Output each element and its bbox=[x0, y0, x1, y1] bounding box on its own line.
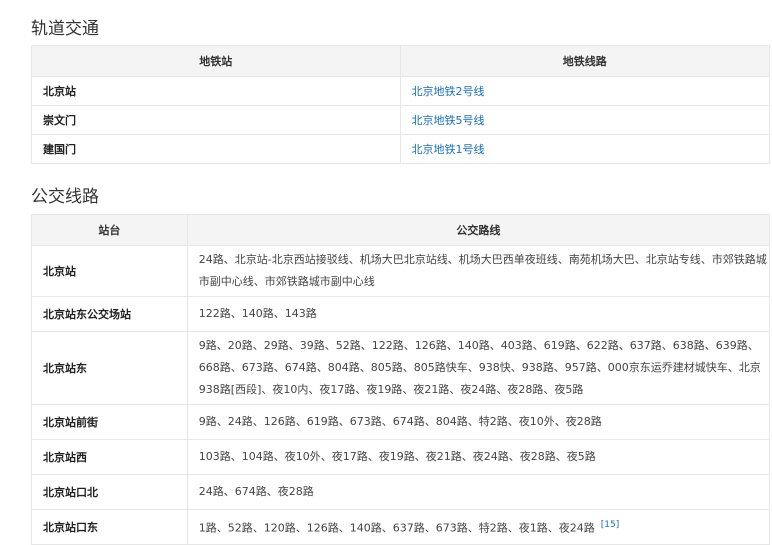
table-row: 北京站 北京地铁2号线 bbox=[31, 76, 770, 106]
bus-routes: 1路、52路、120路、126路、140路、637路、673路、特2路、夜1路、… bbox=[198, 521, 595, 535]
table-row: 北京站东 9路、20路、29路、39路、52路、122路、126路、140路、4… bbox=[31, 331, 771, 405]
reference-link[interactable]: [15] bbox=[601, 520, 619, 530]
table-row: 北京站 24路、北京站-北京西站接驳线、机场大巴北京站线、机场大巴西单夜班线、南… bbox=[31, 245, 771, 297]
table-row: 北京站西 103路、104路、夜10外、夜17路、夜19路、夜21路、夜24路、… bbox=[31, 439, 771, 475]
bus-stop-name: 北京站口北 bbox=[31, 474, 188, 510]
bus-stop-header: 站台 bbox=[31, 214, 188, 246]
bus-routes: 9路、20路、29路、39路、52路、122路、126路、140路、403路、6… bbox=[186, 331, 771, 405]
subway-line-link[interactable]: 北京地铁2号线 bbox=[399, 76, 770, 106]
bus-stop-name: 北京站口东 bbox=[31, 509, 188, 545]
bus-stop-name: 北京站前街 bbox=[31, 404, 188, 440]
subway-line-link[interactable]: 北京地铁1号线 bbox=[399, 134, 770, 164]
rail-section-title: 轨道交通 bbox=[31, 19, 99, 39]
table-row: 建国门 北京地铁1号线 bbox=[31, 134, 770, 164]
bus-stop-name: 北京站东公交场站 bbox=[31, 296, 188, 332]
bus-routes: 24路、北京站-北京西站接驳线、机场大巴北京站线、机场大巴西单夜班线、南苑机场大… bbox=[186, 245, 771, 297]
subway-station-header: 地铁站 bbox=[31, 45, 401, 77]
bus-stop-name: 北京站 bbox=[31, 245, 188, 297]
table-row: 北京站前街 9路、24路、126路、619路、673路、674路、804路、特2… bbox=[31, 404, 771, 440]
bus-routes: 103路、104路、夜10外、夜17路、夜19路、夜21路、夜24路、夜28路、… bbox=[186, 439, 771, 475]
bus-section-title: 公交线路 bbox=[31, 187, 99, 207]
subway-station-name: 建国门 bbox=[31, 134, 401, 164]
bus-stop-name: 北京站东 bbox=[31, 331, 188, 405]
bus-routes-header: 公交路线 bbox=[186, 214, 771, 246]
bus-routes: 24路、674路、夜28路 bbox=[186, 474, 771, 510]
bus-header-row: 站台 公交路线 bbox=[31, 214, 771, 246]
table-row: 北京站口北 24路、674路、夜28路 bbox=[31, 474, 771, 510]
subway-header-row: 地铁站 地铁线路 bbox=[31, 45, 770, 77]
subway-line-link[interactable]: 北京地铁5号线 bbox=[399, 105, 770, 135]
bus-routes: 9路、24路、126路、619路、673路、674路、804路、特2路、夜10外… bbox=[186, 404, 771, 440]
subway-station-name: 北京站 bbox=[31, 76, 401, 106]
table-row: 崇文门 北京地铁5号线 bbox=[31, 105, 770, 135]
bus-table: 站台 公交路线 北京站 24路、北京站-北京西站接驳线、机场大巴北京站线、机场大… bbox=[31, 214, 771, 545]
table-row: 北京站东公交场站 122路、140路、143路 bbox=[31, 296, 771, 332]
subway-line-header: 地铁线路 bbox=[399, 45, 770, 77]
subway-station-name: 崇文门 bbox=[31, 105, 401, 135]
table-row: 北京站口东 1路、52路、120路、126路、140路、637路、673路、特2… bbox=[31, 509, 771, 545]
bus-routes-cell: 1路、52路、120路、126路、140路、637路、673路、特2路、夜1路、… bbox=[186, 509, 771, 545]
subway-table: 地铁站 地铁线路 北京站 北京地铁2号线 崇文门 北京地铁5号线 建国门 北京地… bbox=[31, 45, 770, 164]
bus-routes: 122路、140路、143路 bbox=[186, 296, 771, 332]
bus-stop-name: 北京站西 bbox=[31, 439, 188, 475]
